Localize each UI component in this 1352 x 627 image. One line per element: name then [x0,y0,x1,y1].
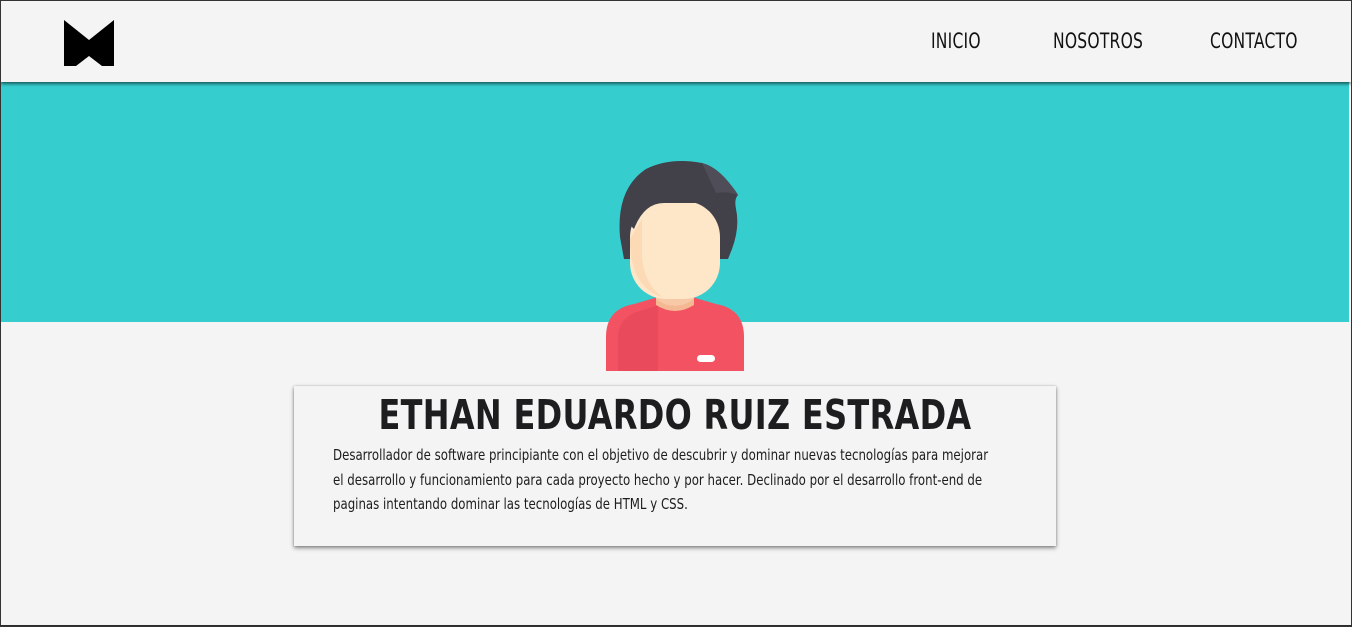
user-avatar-icon [604,159,746,371]
page: INICIO NOSOTROS CONTACTO ETHAN EDUARDO R… [0,0,1352,627]
logo-graphic [64,20,114,66]
nav-nosotros[interactable]: NOSOTROS [1053,27,1143,55]
profile-card: ETHAN EDUARDO RUIZ ESTRADA Desarrollador… [294,386,1056,546]
profile-description: Desarrollador de software principiante c… [333,446,989,513]
m-logo-icon[interactable] [64,18,114,66]
profile-name: ETHAN EDUARDO RUIZ ESTRADA [378,391,972,439]
nav-inicio[interactable]: INICIO [931,27,981,55]
site-header: INICIO NOSOTROS CONTACTO [1,1,1351,82]
nav-contacto[interactable]: CONTACTO [1210,27,1298,55]
